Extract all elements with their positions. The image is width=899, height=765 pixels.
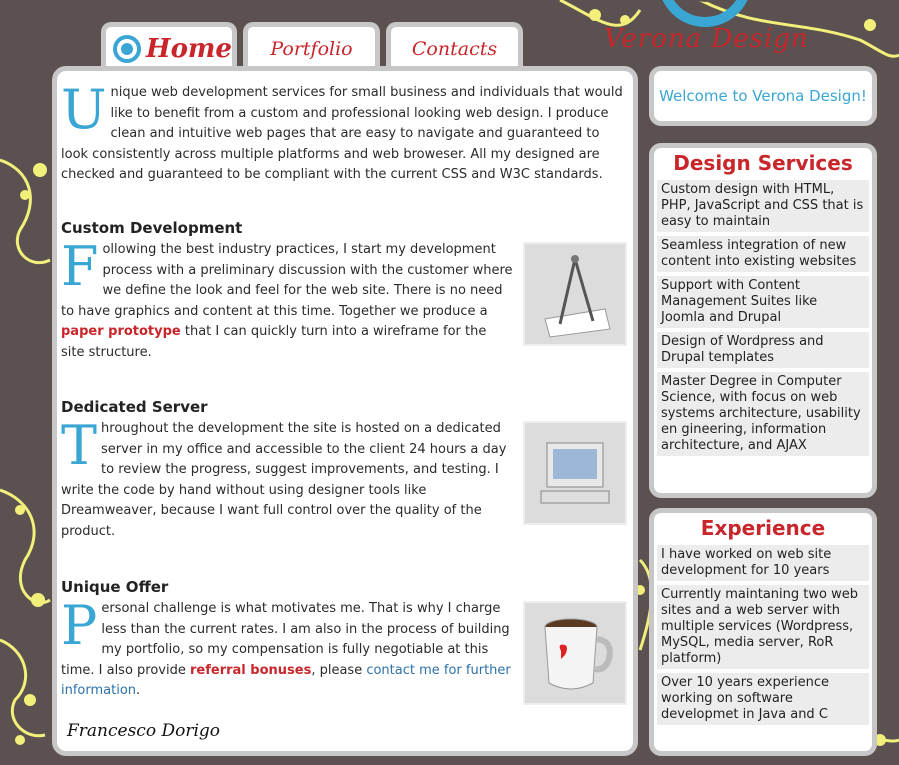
section-unique-offer: Unique Offer Personal challenge is what … xyxy=(61,577,627,709)
tab-contacts[interactable]: Contacts xyxy=(386,22,523,70)
section-text: hroughout the development the site is ho… xyxy=(61,421,507,539)
welcome-box: Welcome to Verona Design! xyxy=(649,66,877,126)
list-item: Currently maintaning two web sites and a… xyxy=(657,585,869,669)
design-services-title: Design Services xyxy=(673,151,853,175)
drop-cap: T xyxy=(61,414,98,477)
brand-name: Verona Design xyxy=(604,24,809,54)
tab-portfolio[interactable]: Portfolio xyxy=(243,22,380,70)
list-item: Master Degree in Computer Science, with … xyxy=(657,372,869,456)
list-item: Support with Content Management Suites l… xyxy=(657,276,869,328)
tab-home[interactable]: Home xyxy=(101,22,237,70)
mug-icon xyxy=(544,618,613,690)
section-text: , please xyxy=(311,662,367,678)
section-heading: Unique Offer xyxy=(61,578,169,596)
home-logo-icon xyxy=(113,34,141,63)
section-heading: Dedicated Server xyxy=(61,398,208,416)
tab-home-label: Home xyxy=(146,33,232,64)
section-text: . xyxy=(136,683,141,698)
design-services-box: Design Services Custom design with HTML,… xyxy=(649,143,877,498)
intro-text: nique web development services for small… xyxy=(61,85,623,182)
intro-paragraph: Unique web development services for smal… xyxy=(61,83,627,186)
drop-cap: U xyxy=(61,78,107,141)
section-dedicated-server: Dedicated Server Throughout the developm… xyxy=(61,397,627,542)
list-item: I have worked on web site development fo… xyxy=(657,545,869,581)
experience-title: Experience xyxy=(700,516,826,540)
section-custom-development: Custom Development Following the best in… xyxy=(61,218,627,363)
mug-image xyxy=(523,601,627,705)
compass-image xyxy=(523,242,627,346)
computer-icon xyxy=(540,442,610,504)
list-item: Design of Wordpress and Drupal templates xyxy=(657,332,869,368)
paper-prototype-link[interactable]: paper prototype xyxy=(61,324,181,339)
list-item: Custom design with HTML, PHP, JavaScript… xyxy=(657,180,869,232)
section-heading: Custom Development xyxy=(61,219,243,237)
drop-cap: F xyxy=(61,235,99,298)
welcome-text: Welcome to Verona Design! xyxy=(659,87,867,105)
computer-image xyxy=(523,421,627,525)
drop-cap: P xyxy=(61,594,98,657)
experience-box: Experience I have worked on web site dev… xyxy=(649,508,877,756)
signature: Francesco Dorigo xyxy=(67,721,221,741)
list-item: Seamless integration of new content into… xyxy=(657,236,869,272)
compass-icon xyxy=(544,255,611,338)
referral-bonuses-link[interactable]: referral bonuses xyxy=(190,663,311,678)
main-content: Unique web development services for smal… xyxy=(52,66,638,756)
list-item: Over 10 years experience working on soft… xyxy=(657,673,869,725)
section-text: ollowing the best industry practices, I … xyxy=(61,242,513,319)
